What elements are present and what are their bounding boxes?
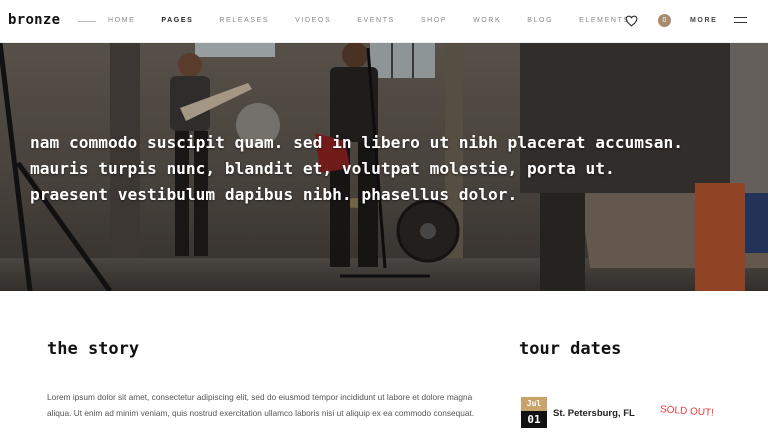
nav-item-elements[interactable]: ELEMENTS — [579, 17, 630, 24]
hero-line-2: mauris turpis nunc, blandit et, volutpat… — [30, 159, 615, 178]
nav-item-home[interactable]: HOME — [108, 17, 135, 24]
tour-city-link[interactable]: St. Petersburg, FL — [553, 408, 635, 419]
nav-item-pages[interactable]: PAGES — [161, 17, 193, 24]
nav-item-events[interactable]: EVENTS — [357, 17, 395, 24]
hero-banner: nam commodo suscipit quam. sed in libero… — [0, 43, 768, 291]
hero-line-3: praesent vestibulum dapibus nibh. phasel… — [30, 185, 518, 204]
nav-item-videos[interactable]: VIDEOS — [295, 17, 331, 24]
hero-line-1: nam commodo suscipit quam. sed in libero… — [30, 133, 683, 152]
cart-count-badge[interactable]: 0 — [658, 14, 671, 27]
nav-item-shop[interactable]: SHOP — [421, 17, 447, 24]
sold-out-label: SOLD OUT! — [659, 404, 715, 419]
header-divider — [78, 21, 96, 22]
nav-item-releases[interactable]: RELEASES — [219, 17, 269, 24]
main-nav: HOME PAGES RELEASES VIDEOS EVENTS SHOP W… — [108, 17, 656, 24]
tour-date-month: Jul — [521, 397, 547, 411]
tour-date-badge: Jul 01 — [521, 397, 547, 431]
story-paragraph: Lorem ipsum dolor sit amet, consectetur … — [47, 392, 475, 418]
more-menu-button[interactable]: MORE — [690, 17, 717, 24]
hamburger-menu-icon[interactable] — [734, 17, 747, 24]
site-logo[interactable]: bronze — [8, 12, 60, 28]
site-header: bronze HOME PAGES RELEASES VIDEOS EVENTS… — [0, 0, 768, 43]
nav-item-blog[interactable]: BLOG — [527, 17, 553, 24]
hero-quote: nam commodo suscipit quam. sed in libero… — [30, 130, 750, 208]
story-heading: the story — [47, 339, 140, 359]
wishlist-heart-icon[interactable] — [625, 15, 638, 27]
tour-date-day: 01 — [521, 411, 547, 428]
tour-heading: tour dates — [519, 339, 622, 359]
nav-item-work[interactable]: WORK — [473, 17, 501, 24]
